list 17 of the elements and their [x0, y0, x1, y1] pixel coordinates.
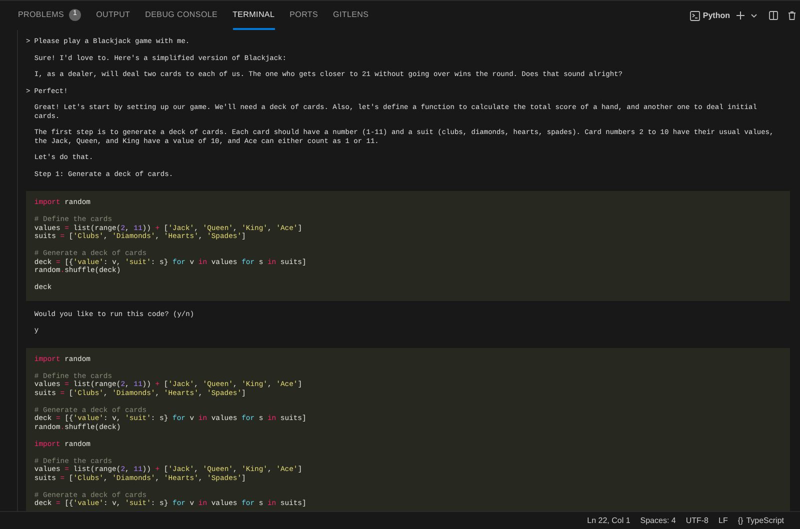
language-mode[interactable]: TypeScript: [746, 514, 784, 526]
terminal-profile-button[interactable]: Python: [690, 10, 730, 22]
panel-tab[interactable]: GITLENS: [333, 1, 369, 30]
panel-tab[interactable]: PORTS: [290, 1, 318, 30]
terminal-icon: [690, 10, 700, 20]
braces-icon: {}: [738, 514, 744, 526]
split-icon[interactable]: [769, 11, 778, 20]
panel-tab[interactable]: TERMINAL: [232, 1, 275, 30]
encoding-status[interactable]: UTF-8: [686, 514, 709, 526]
panel-tab[interactable]: OUTPUT: [96, 1, 130, 30]
line-ending-status[interactable]: LF: [718, 514, 728, 526]
cursor-position[interactable]: Ln 22, Col 1: [587, 514, 630, 526]
panel-tab[interactable]: DEBUG CONSOLE: [145, 1, 218, 30]
plus-icon[interactable]: [736, 11, 745, 20]
trash-icon[interactable]: [788, 11, 796, 20]
indentation-status[interactable]: Spaces: 4: [640, 514, 676, 526]
chevron-down-icon[interactable]: [751, 14, 757, 18]
